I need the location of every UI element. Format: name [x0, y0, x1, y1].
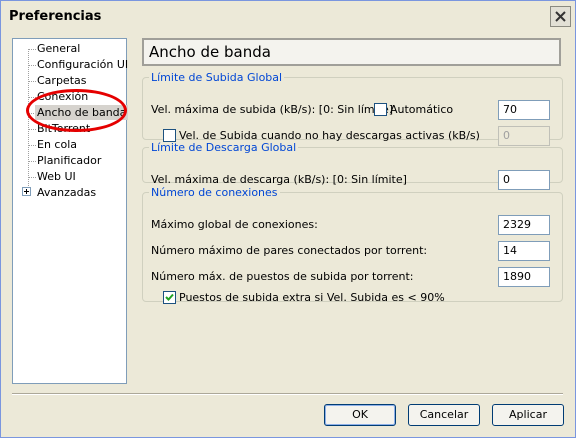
apply-button[interactable]: Aplicar	[492, 404, 564, 426]
upload-group-legend: Límite de Subida Global	[151, 71, 283, 84]
tree-connector	[28, 81, 36, 82]
tree-connector	[28, 65, 36, 66]
upload-limit-group: Límite de Subida Global Vel. máxima de s…	[142, 71, 563, 146]
connections-group-legend: Número de conexiones	[151, 186, 278, 199]
page-title: Ancho de banda	[149, 43, 271, 61]
sidebar-item-ui-settings[interactable]: Configuración UI	[37, 57, 128, 72]
tree-connector	[28, 49, 29, 192]
footer-divider	[12, 393, 563, 395]
auto-upload-checkbox[interactable]	[374, 103, 387, 116]
upload-slots-input[interactable]: 1890	[498, 267, 550, 287]
close-icon	[555, 11, 566, 22]
global-max-connections-input[interactable]: 2329	[498, 215, 550, 235]
window-title: Preferencias	[9, 9, 102, 24]
extra-slots-label[interactable]: Puestos de subida extra si Vel. Subida e…	[179, 291, 445, 304]
sidebar-item-folders[interactable]: Carpetas	[37, 73, 86, 88]
max-download-label: Vel. máxima de descarga (kB/s): [0: Sin …	[151, 173, 407, 186]
sidebar-item-web-ui[interactable]: Web UI	[37, 169, 76, 184]
preferences-window: Preferencias General Configuración UI Ca…	[0, 0, 576, 438]
sidebar-item-general[interactable]: General	[37, 41, 80, 56]
download-group-legend: Límite de Descarga Global	[151, 141, 297, 154]
download-limit-group: Límite de Descarga Global Vel. máxima de…	[142, 141, 563, 190]
ok-button[interactable]: OK	[324, 404, 396, 426]
tree-connector	[28, 161, 36, 162]
title-bar[interactable]: Preferencias	[1, 1, 575, 31]
expand-plus-icon[interactable]	[22, 187, 31, 196]
tree-connector	[28, 177, 36, 178]
auto-upload-label[interactable]: Automático	[390, 103, 453, 116]
max-upload-input[interactable]: 70	[498, 100, 550, 120]
sidebar-item-scheduler[interactable]: Planificador	[37, 153, 101, 168]
tree-connector	[28, 129, 36, 130]
global-max-connections-label: Máximo global de conexiones:	[151, 218, 318, 231]
max-upload-label: Vel. máxima de subida (kB/s): [0: Sin lí…	[151, 103, 394, 116]
close-button[interactable]	[550, 6, 571, 27]
max-peers-input[interactable]: 14	[498, 241, 550, 261]
connections-group: Número de conexiones Máximo global de co…	[142, 186, 563, 304]
upload-slots-label: Número máx. de puestos de subida por tor…	[151, 270, 414, 283]
extra-slots-checkbox[interactable]	[163, 291, 176, 304]
section-header: Ancho de banda	[142, 38, 561, 66]
sidebar-item-advanced[interactable]: Avanzadas	[37, 185, 96, 200]
cancel-button[interactable]: Cancelar	[408, 404, 480, 426]
sidebar-item-queue[interactable]: En cola	[37, 137, 77, 152]
tree-connector	[28, 145, 36, 146]
checkmark-icon	[165, 293, 174, 301]
highlight-circle	[26, 89, 127, 132]
max-peers-label: Número máximo de pares conectados por to…	[151, 244, 428, 257]
tree-connector	[28, 49, 36, 50]
